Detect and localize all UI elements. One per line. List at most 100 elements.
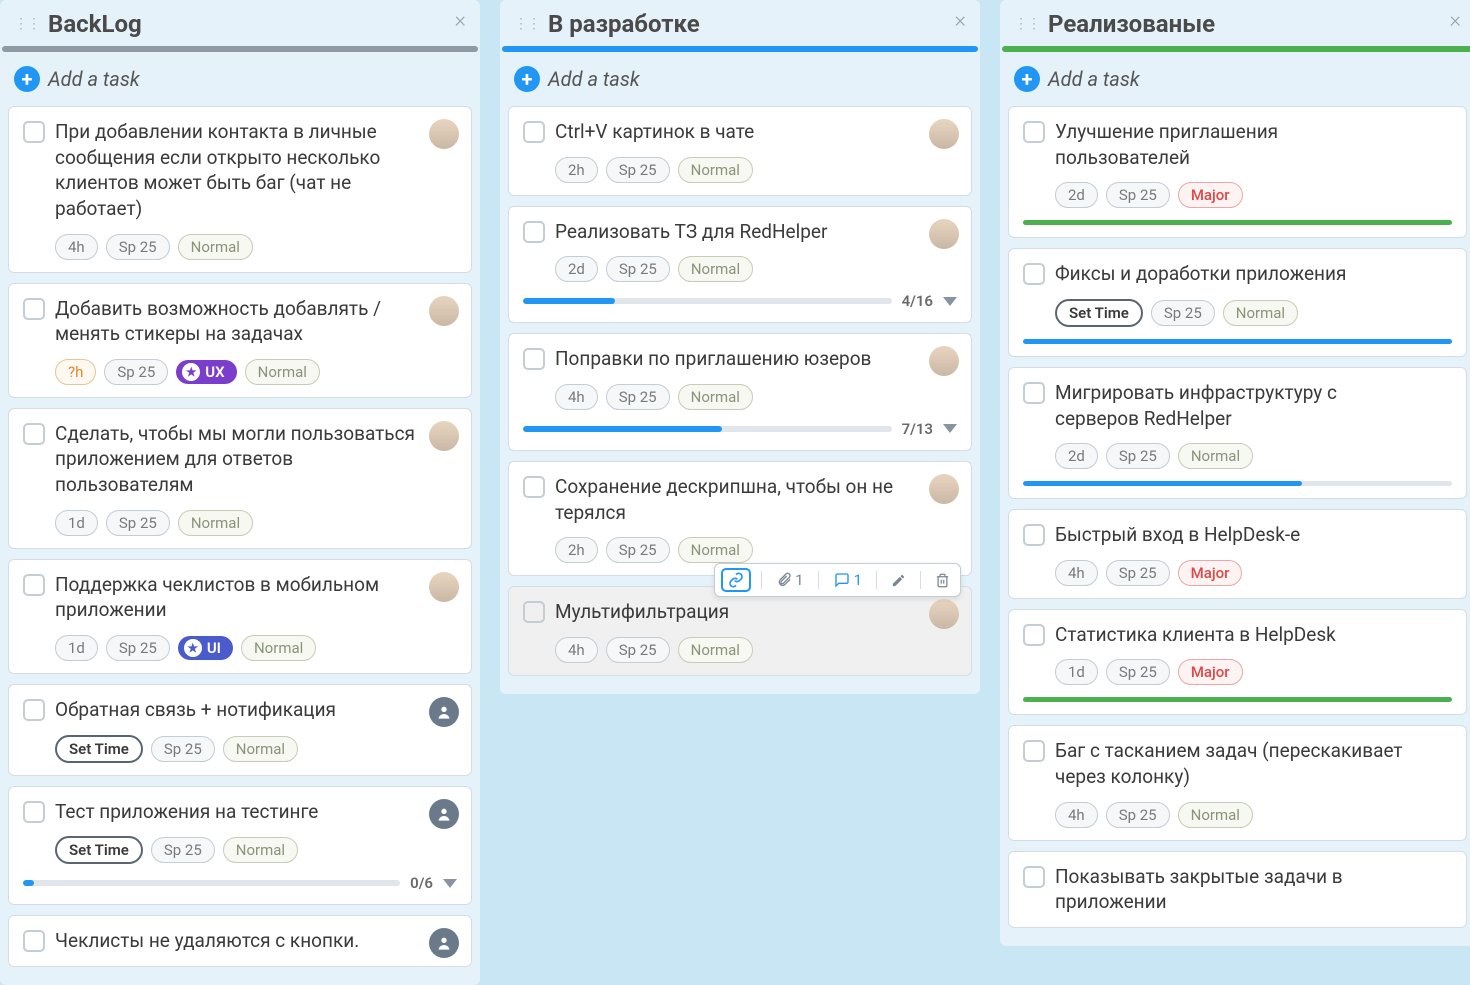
tag-sprint[interactable]: Sp 25 (1106, 802, 1170, 828)
assignee-avatar[interactable] (429, 697, 459, 727)
tag-normal[interactable]: Normal (178, 234, 253, 260)
task-card[interactable]: Статистика клиента в HelpDesk1dSp 25Majo… (1008, 609, 1467, 716)
task-checkbox[interactable] (23, 699, 45, 721)
close-icon[interactable]: × (454, 8, 466, 33)
task-checkbox[interactable] (1023, 382, 1045, 404)
tag-time[interactable]: 4h (555, 384, 598, 410)
task-checkbox[interactable] (1023, 524, 1045, 546)
chevron-down-icon[interactable] (443, 879, 457, 888)
tag-normal[interactable]: Normal (1178, 802, 1253, 828)
tag-sprint[interactable]: Sp 25 (606, 637, 670, 663)
tag-normal[interactable]: Normal (678, 256, 753, 282)
add-task-button[interactable]: + Add a task (1000, 58, 1470, 106)
tag-major[interactable]: Major (1178, 560, 1243, 586)
assignee-avatar[interactable] (429, 572, 459, 602)
task-checkbox[interactable] (1023, 624, 1045, 646)
tag-major[interactable]: Major (1178, 182, 1243, 208)
tag-time[interactable]: 4h (555, 637, 598, 663)
task-checkbox[interactable] (523, 348, 545, 370)
tag-normal[interactable]: Normal (178, 510, 253, 536)
task-checkbox[interactable] (1023, 866, 1045, 888)
task-checkbox[interactable] (23, 298, 45, 320)
assignee-avatar[interactable] (929, 219, 959, 249)
assignee-avatar[interactable] (429, 799, 459, 829)
assignee-avatar[interactable] (429, 421, 459, 451)
task-checkbox[interactable] (1023, 263, 1045, 285)
tag-sprint[interactable]: Sp 25 (106, 234, 170, 260)
task-card[interactable]: Сделать, чтобы мы могли пользоваться при… (8, 408, 472, 549)
task-card[interactable]: Улучшение приглашения пользователей2dSp … (1008, 106, 1467, 238)
tag-normal[interactable]: Normal (1178, 443, 1253, 469)
assignee-avatar[interactable] (929, 599, 959, 629)
tag-sprint[interactable]: Sp 25 (606, 384, 670, 410)
tag-time[interactable]: 1d (55, 635, 98, 661)
task-card[interactable]: 1 1 Мультифильтрация4hSp 25Normal (508, 586, 972, 676)
tag-normal[interactable]: Normal (678, 637, 753, 663)
tag-normal[interactable]: Normal (678, 537, 753, 563)
chevron-down-icon[interactable] (943, 297, 957, 306)
task-card[interactable]: Обратная связь + нотификацияSet TimeSp 2… (8, 684, 472, 776)
tag-sprint[interactable]: Sp 25 (1106, 659, 1170, 685)
tag-time[interactable]: 2d (555, 256, 598, 282)
task-checkbox[interactable] (23, 423, 45, 445)
task-checkbox[interactable] (523, 221, 545, 243)
task-card[interactable]: Быстрый вход в HelpDesk-e4hSp 25Major (1008, 509, 1467, 599)
tag-major[interactable]: Major (1178, 659, 1243, 685)
tag-normal[interactable]: Normal (223, 837, 298, 863)
task-checkbox[interactable] (1023, 121, 1045, 143)
close-icon[interactable]: × (954, 8, 966, 33)
tag-sprint[interactable]: Sp 25 (151, 736, 215, 762)
tag-settime[interactable]: Set Time (1055, 299, 1143, 327)
tag-time[interactable]: 4h (55, 234, 98, 260)
task-card[interactable]: Фиксы и доработки приложенияSet TimeSp 2… (1008, 248, 1467, 357)
tag-time[interactable]: 1d (1055, 659, 1098, 685)
task-card[interactable]: Ctrl+V картинок в чате2hSp 25Normal (508, 106, 972, 196)
tag-time[interactable]: 2h (555, 157, 598, 183)
task-checkbox[interactable] (523, 476, 545, 498)
attachment-button[interactable]: 1 (772, 569, 807, 591)
edit-icon[interactable] (887, 571, 910, 590)
tag-sprint[interactable]: Sp 25 (104, 359, 168, 385)
task-card[interactable]: Тест приложения на тестингеSet TimeSp 25… (8, 786, 472, 906)
assignee-avatar[interactable] (429, 296, 459, 326)
task-card[interactable]: Мигрировать инфраструктуру с серверов Re… (1008, 367, 1467, 499)
tag-normal[interactable]: Normal (1223, 300, 1298, 326)
tag-sprint[interactable]: Sp 25 (606, 537, 670, 563)
task-checkbox[interactable] (523, 121, 545, 143)
tag-time[interactable]: 2d (1055, 443, 1098, 469)
tag-time[interactable]: 1d (55, 510, 98, 536)
tag-normal[interactable]: Normal (223, 736, 298, 762)
tag-sprint[interactable]: Sp 25 (606, 157, 670, 183)
tag-sprint[interactable]: Sp 25 (1151, 300, 1215, 326)
comment-button[interactable]: 1 (829, 569, 866, 591)
task-card[interactable]: При добавлении контакта в личные сообщен… (8, 106, 472, 273)
tag-normal[interactable]: Normal (678, 157, 753, 183)
tag-time[interactable]: 2d (1055, 182, 1098, 208)
tag-sprint[interactable]: Sp 25 (151, 837, 215, 863)
drag-handle-icon[interactable]: ⋮⋮ (14, 16, 40, 32)
drag-handle-icon[interactable]: ⋮⋮ (1014, 16, 1040, 32)
tag-settime[interactable]: Set Time (55, 735, 143, 763)
add-task-button[interactable]: + Add a task (0, 58, 480, 106)
task-checkbox[interactable] (1023, 740, 1045, 762)
tag-sprint[interactable]: Sp 25 (106, 510, 170, 536)
task-card[interactable]: Показывать закрытые задачи в приложении (1008, 851, 1467, 928)
assignee-avatar[interactable] (929, 119, 959, 149)
task-card[interactable]: Сохранение дескрипшна, чтобы он не терял… (508, 461, 972, 576)
tag-sprint[interactable]: Sp 25 (606, 256, 670, 282)
tag-sprint[interactable]: Sp 25 (106, 635, 170, 661)
tag-time[interactable]: 2h (555, 537, 598, 563)
task-checkbox[interactable] (23, 574, 45, 596)
tag-sprint[interactable]: Sp 25 (1106, 560, 1170, 586)
drag-handle-icon[interactable]: ⋮⋮ (514, 16, 540, 32)
task-checkbox[interactable] (23, 801, 45, 823)
category-badge[interactable]: ★UI (178, 636, 233, 660)
tag-settime[interactable]: Set Time (55, 836, 143, 864)
add-task-button[interactable]: + Add a task (500, 58, 980, 106)
tag-time[interactable]: 4h (1055, 560, 1098, 586)
task-card[interactable]: Чеклисты не удаляются с кнопки. (8, 915, 472, 967)
task-card[interactable]: Реализовать ТЗ для RedHelper2dSp 25Norma… (508, 206, 972, 324)
task-card[interactable]: Добавить возможность добавлять / менять … (8, 283, 472, 398)
task-checkbox[interactable] (23, 121, 45, 143)
task-card[interactable]: Поправки по приглашению юзеров4hSp 25Nor… (508, 333, 972, 451)
